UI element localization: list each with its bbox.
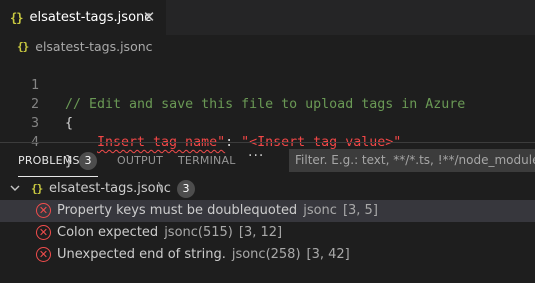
problem-message: Unexpected end of string. — [57, 247, 226, 262]
problems-file-path: \ — [158, 181, 163, 196]
code-line: 3 Insert tag name": "<Insert tag value>" — [0, 95, 535, 150]
code-line: 1 // Edit and save this file to upload t… — [0, 57, 535, 112]
tab-output[interactable]: OUTPUT — [117, 154, 163, 167]
breadcrumb-file[interactable]: elsatest-tags.jsonc — [35, 39, 152, 54]
error-icon: ✕ — [36, 203, 51, 218]
problem-text: Unexpected end of string. jsonc(258) [3, 4… — [57, 247, 350, 262]
problems-filter-input[interactable]: Filter. E.g.: text, **/*.ts, !**/node_mo… — [289, 149, 535, 172]
error-icon: ✕ — [36, 247, 51, 262]
problem-location: [3, 42] — [306, 247, 350, 262]
editor-tab[interactable]: {} elsatest-tags.jsonc ✕ — [0, 0, 166, 35]
tab-title: elsatest-tags.jsonc — [29, 10, 152, 25]
problem-item[interactable]: ✕ Colon expected jsonc(515) [3, 12] — [0, 222, 535, 244]
problem-message: Property keys must be doublequoted — [57, 203, 298, 218]
more-actions-icon[interactable]: ··· — [248, 148, 264, 164]
json-file-icon: {} — [17, 39, 29, 53]
active-tab-indicator — [18, 176, 98, 177]
problem-text: Property keys must be doublequoted jsonc [… — [57, 203, 378, 218]
error-icon: ✕ — [36, 225, 51, 240]
json-file-icon: {} — [31, 182, 43, 195]
code-editor[interactable]: 1 // Edit and save this file to upload t… — [0, 57, 535, 169]
problem-text: Colon expected jsonc(515) [3, 12] — [57, 225, 282, 240]
problem-message: Colon expected — [57, 225, 159, 240]
problem-item[interactable]: ✕ Unexpected end of string. jsonc(258) [3,… — [0, 244, 535, 266]
code-line: 2 { — [0, 76, 535, 131]
problem-source: jsonc(515) — [164, 225, 233, 240]
problem-location: [3, 5] — [342, 203, 378, 218]
breadcrumb: {} elsatest-tags.jsonc — [0, 35, 535, 57]
problem-source: jsonc(258) — [231, 247, 301, 262]
close-icon[interactable]: ✕ — [141, 9, 157, 25]
editor-tab-bar: {} elsatest-tags.jsonc ✕ — [0, 0, 535, 35]
problems-file-row[interactable]: {} elsatest-tags.jsonc \ 3 — [0, 178, 535, 200]
tab-terminal[interactable]: TERMINAL — [178, 154, 236, 167]
problem-location: [3, 12] — [238, 225, 283, 240]
code-line: 4 } — [0, 114, 535, 169]
problems-file-name: elsatest-tags.jsonc — [49, 181, 171, 196]
problems-count-badge: 3 — [79, 152, 97, 170]
chevron-down-icon[interactable] — [9, 180, 21, 199]
tab-problems[interactable]: PROBLEMS — [18, 154, 80, 167]
problem-item[interactable]: ✕ Property keys must be doublequoted json… — [0, 200, 535, 222]
problem-source: jsonc — [303, 203, 337, 218]
file-problems-count-badge: 3 — [177, 180, 195, 198]
json-file-icon: {} — [10, 10, 23, 25]
